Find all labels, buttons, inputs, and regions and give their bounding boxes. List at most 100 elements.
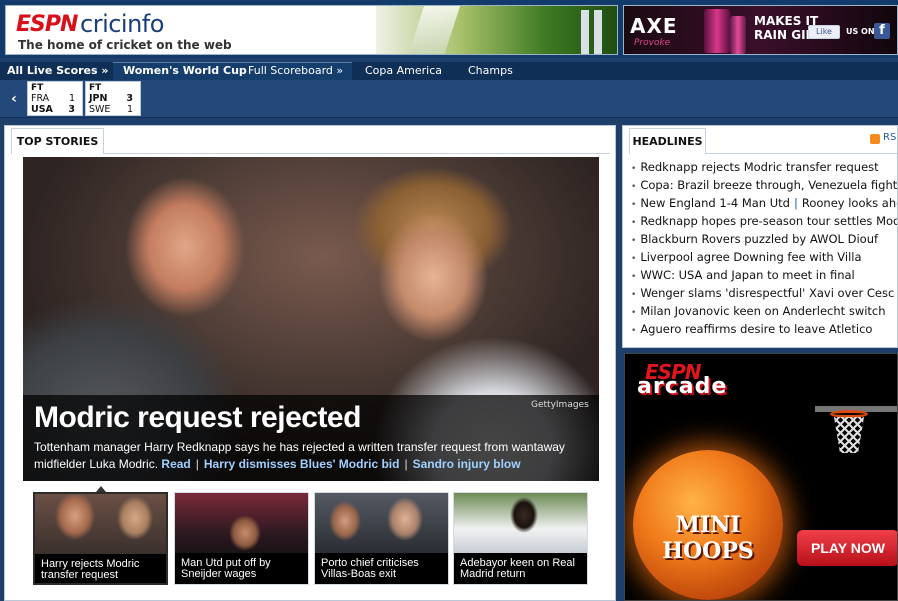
score-row: USA 3 <box>31 104 77 115</box>
story-thumb[interactable]: Adebayor keen on Real Madrid return <box>453 492 588 585</box>
headline-separator: | <box>793 196 798 210</box>
headline-text: Redknapp rejects Modric transfer request <box>640 160 879 174</box>
play-now-button[interactable]: PLAY NOW <box>797 530 897 566</box>
score-row: JPN 3 <box>89 93 135 104</box>
hero-summary: Tottenham manager Harry Redknapp says he… <box>34 440 589 455</box>
link-separator: | <box>195 457 199 471</box>
tab-headlines[interactable]: HEADLINES <box>629 128 706 154</box>
headline-text: Copa: Brazil breeze through, Venezuela f… <box>640 178 898 192</box>
tab-divider <box>706 153 897 154</box>
nav-bar: All Live Scores » Women's World Cup Full… <box>0 62 898 80</box>
team-score: 1 <box>126 104 133 115</box>
headline-text: WWC: USA and Japan to meet in final <box>640 268 855 282</box>
hoop-icon <box>830 410 868 418</box>
bullet-icon: • <box>631 308 637 318</box>
headline-text: Liverpool agree Downing fee with Villa <box>640 250 862 264</box>
tab-divider <box>104 153 610 154</box>
nav-copa-america[interactable]: Copa America <box>365 62 442 80</box>
facebook-like-button[interactable]: Like <box>808 25 840 39</box>
bullet-icon: • <box>631 236 637 246</box>
nav-champs[interactable]: Champs <box>468 62 513 80</box>
headline-item[interactable]: • Wenger slams 'disrespectful' Xavi over … <box>631 284 897 302</box>
thumb-caption: Porto chief criticises Villas-Boas exit <box>321 557 419 580</box>
read-link[interactable]: Read <box>161 457 190 471</box>
headline-text-extra[interactable]: Rooney looks ahe <box>802 196 897 210</box>
team-score: 3 <box>126 93 133 104</box>
match-status: FT <box>89 83 102 93</box>
banner-stump-2 <box>594 10 602 54</box>
axe-sub: Provoke <box>634 38 671 48</box>
rss-label[interactable]: RS <box>883 132 896 143</box>
team-name: SWE <box>89 104 111 115</box>
bullet-icon: • <box>631 254 637 264</box>
bullet-icon: • <box>631 218 637 228</box>
hero-title[interactable]: Modric request rejected <box>34 401 361 435</box>
headline-list: • Redknapp rejects Modric transfer reques… <box>631 158 898 338</box>
headline-item[interactable]: • New England 1-4 Man Utd | Rooney looks ah… <box>631 194 897 212</box>
facebook-icon[interactable]: f <box>874 23 890 39</box>
rss-icon[interactable] <box>870 134 880 144</box>
hero-summary-text: Tottenham manager Harry Redknapp says he… <box>34 440 565 454</box>
related-link-modric-bid[interactable]: Harry dismisses Blues' Modric bid <box>204 457 400 471</box>
related-link-sandro[interactable]: Sandro injury blow <box>413 457 521 471</box>
team-name: FRA <box>31 93 50 104</box>
banner-stump-1 <box>581 10 589 54</box>
page: ESPN cricinfo The home of cricket on the… <box>0 0 898 601</box>
bullet-icon: • <box>631 182 637 192</box>
logo-cricinfo: cricinfo <box>80 10 164 38</box>
us-on-label: US ON <box>846 27 875 36</box>
thumb-image <box>315 493 448 553</box>
header: ESPN cricinfo The home of cricket on the… <box>0 0 898 58</box>
team-score: 3 <box>68 104 75 115</box>
thumb-caption: Man Utd put off by Sneijder wages <box>181 557 271 580</box>
axe-brand: AXE <box>630 14 678 38</box>
thumb-image <box>454 493 587 553</box>
tab-top-stories[interactable]: TOP STORIES <box>11 128 104 154</box>
link-separator: | <box>404 457 408 471</box>
score-card[interactable]: FT JPN 3 SWE 1 <box>85 81 141 116</box>
arcade-ad[interactable]: ESPN arcade MINI HOOPS PLAY NOW <box>624 353 898 601</box>
site-logo[interactable]: ESPN cricinfo The home of cricket on the… <box>5 5 618 55</box>
headline-item[interactable]: • Copa: Brazil breeze through, Venezuela … <box>631 176 898 194</box>
nav-womens-world-cup[interactable]: Women's World Cup <box>123 62 247 80</box>
headline-text: New England 1-4 Man Utd <box>640 196 790 210</box>
score-card[interactable]: FT FRA 1 USA 3 <box>27 81 83 116</box>
headline-item[interactable]: • WWC: USA and Japan to meet in final <box>631 266 897 284</box>
headline-item[interactable]: • Milan Jovanovic keen on Anderlecht swit… <box>631 302 897 320</box>
headline-item[interactable]: • Redknapp rejects Modric transfer reques… <box>631 158 897 176</box>
hero-links: midfielder Luka Modric. Read | Harry dismi… <box>34 457 594 472</box>
headline-text: Blackburn Rovers puzzled by AWOL Diouf <box>640 232 879 246</box>
nav-full-scoreboard[interactable]: Full Scoreboard » <box>248 62 343 80</box>
chevron-left-icon[interactable]: ‹ <box>6 88 22 110</box>
story-thumb[interactable]: Harry rejects Modric transfer request <box>33 492 168 585</box>
banner-player-shape <box>407 6 461 54</box>
score-row: SWE 1 <box>89 104 135 115</box>
headline-item[interactable]: • Blackburn Rovers puzzled by AWOL Diouf <box>631 230 897 248</box>
scores-bar: ‹ FT FRA 1 USA 3 FT JPN 3 SWE 1 <box>0 80 898 118</box>
match-status: FT <box>31 83 44 93</box>
story-thumb[interactable]: Man Utd put off by Sneijder wages <box>174 492 309 585</box>
net-icon <box>834 417 864 453</box>
headlines-panel: HEADLINES RS • Redknapp rejects Modric tr… <box>622 125 898 348</box>
axe-ad-banner[interactable]: AXE Provoke MAKES IT RAIN GIRLS Like US … <box>623 5 898 55</box>
thumb-caption: Adebayor keen on Real Madrid return <box>460 557 575 580</box>
bullet-icon: • <box>631 326 637 336</box>
headline-item[interactable]: • Liverpool agree Downing fee with Villa <box>631 248 897 266</box>
thumb-image <box>35 494 166 554</box>
thumb-image <box>175 493 308 553</box>
axe-can-image-2 <box>730 16 746 54</box>
story-thumb[interactable]: Porto chief criticises Villas-Boas exit <box>314 492 449 585</box>
headline-item[interactable]: • Redknapp hopes pre-season tour settles … <box>631 212 897 230</box>
headline-item[interactable]: • Aguero reaffirms desire to leave Atleti… <box>631 320 897 338</box>
team-score: 1 <box>68 93 75 104</box>
header-banner-image <box>376 6 617 54</box>
hero-story[interactable]: Modric request rejected GettyImages Tott… <box>23 157 599 481</box>
logo-espn: ESPN <box>16 12 78 37</box>
score-row: FRA 1 <box>31 93 77 104</box>
axe-can-image <box>704 9 730 53</box>
photo-credit: GettyImages <box>531 400 589 410</box>
game-title: MINI HOOPS <box>662 512 754 564</box>
top-stories-panel: TOP STORIES Modric request rejected Gett… <box>4 125 616 601</box>
team-name: USA <box>31 104 53 115</box>
nav-all-live-scores[interactable]: All Live Scores » <box>7 62 109 80</box>
